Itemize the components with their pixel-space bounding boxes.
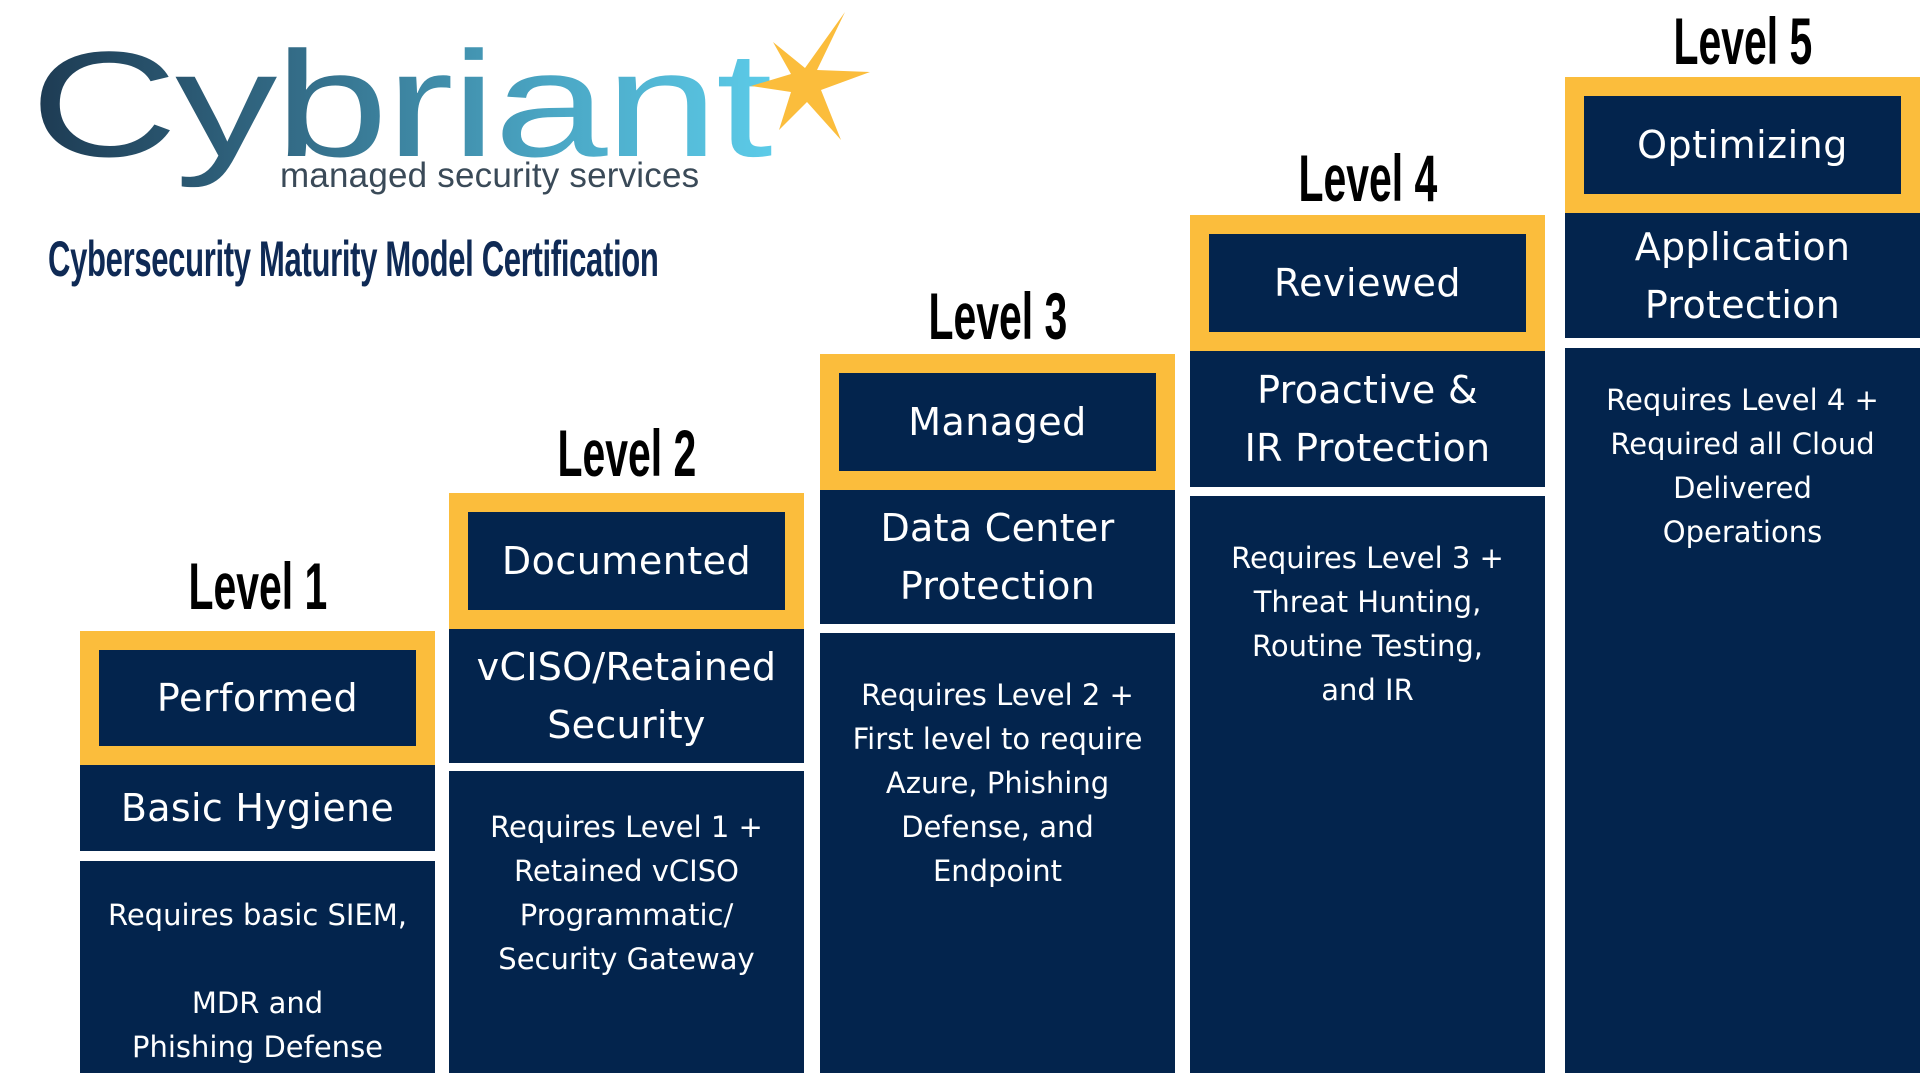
level-heading: Level 1 xyxy=(188,549,327,623)
level-description: Requires Level 4 + Required all Cloud De… xyxy=(1565,348,1920,1073)
level-name-badge: Documented xyxy=(449,493,804,629)
level-name: Managed xyxy=(839,373,1156,471)
level-heading: Level 3 xyxy=(928,279,1067,353)
level-description: Requires Level 1 + Retained vCISO Progra… xyxy=(449,771,804,1073)
level-name: Optimizing xyxy=(1584,96,1901,194)
level-name-badge: Managed xyxy=(820,354,1175,490)
level-column-3: Level 3 Managed Data Center Protection R… xyxy=(820,0,1175,1080)
level-name: Reviewed xyxy=(1209,234,1526,332)
level-focus: Application Protection xyxy=(1565,213,1920,338)
level-name-badge: Performed xyxy=(80,631,435,765)
level-description: Requires Level 3 + Threat Hunting, Routi… xyxy=(1190,496,1545,1073)
level-name-badge: Reviewed xyxy=(1190,215,1545,351)
level-column-1: Level 1 Performed Basic Hygiene Requires… xyxy=(80,0,435,1080)
level-heading: Level 4 xyxy=(1298,141,1437,215)
level-focus: Proactive & IR Protection xyxy=(1190,351,1545,487)
level-focus: Basic Hygiene xyxy=(80,765,435,851)
level-name-badge: Optimizing xyxy=(1565,77,1920,213)
level-focus: vCISO/Retained Security xyxy=(449,629,804,763)
level-column-2: Level 2 Documented vCISO/Retained Securi… xyxy=(449,0,804,1080)
level-name: Performed xyxy=(99,650,416,746)
level-description: Requires basic SIEM, MDR and Phishing De… xyxy=(80,861,435,1073)
level-focus: Data Center Protection xyxy=(820,490,1175,624)
level-heading: Level 5 xyxy=(1673,4,1812,78)
level-heading: Level 2 xyxy=(557,416,696,490)
level-column-4: Level 4 Reviewed Proactive & IR Protecti… xyxy=(1190,0,1545,1080)
level-name: Documented xyxy=(468,512,785,610)
level-column-5: Level 5 Optimizing Application Protectio… xyxy=(1565,0,1920,1080)
level-description: Requires Level 2 + First level to requir… xyxy=(820,633,1175,1073)
